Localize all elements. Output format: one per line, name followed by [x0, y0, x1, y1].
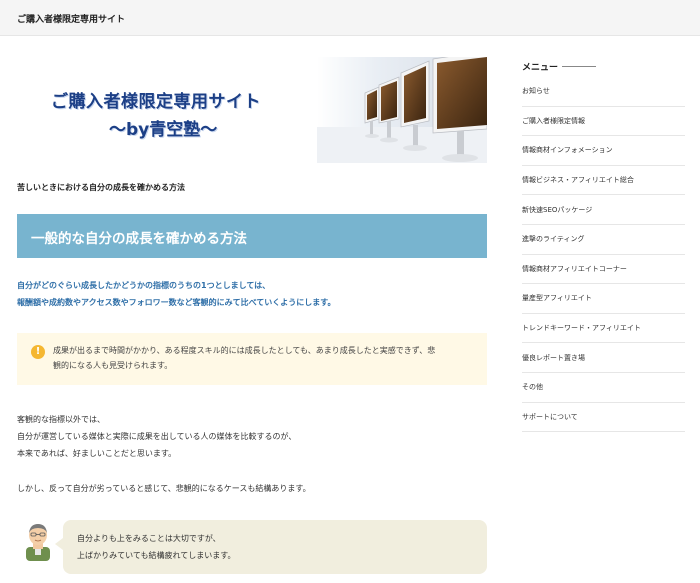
sidebar-item-writing[interactable]: 進撃のライティング [522, 225, 685, 255]
paragraph-line: 本来であれば、好ましいことだと思います。 [17, 449, 177, 458]
body-paragraph: 客観的な指標以外では、 自分が運営している媒体と実際に成果を出している人の媒体を… [17, 411, 487, 462]
alert-box: ! 成果が出るまで時間がかかり、ある程度スキル的には成長したとしても、あまり成長… [17, 333, 487, 385]
sidebar-item-other[interactable]: その他 [522, 373, 685, 403]
sidebar-item-reports[interactable]: 優良レポート置き場 [522, 343, 685, 373]
lead-line: 報酬額や成約数やアクセス数やフォロワー数など客観的にみて比べていくようにします。 [17, 298, 336, 307]
alert-line: 成果が出るまで時間がかかり、ある程度スキル的には成長したとしても、あまり成長した… [53, 346, 436, 355]
section-heading: 一般的な自分の成長を確かめる方法 [17, 214, 487, 258]
main-content: ご購入者様限定専用サイト ～by青空塾～ 苦しいときにおける自分の成長を確かめる… [17, 57, 487, 574]
sidebar-item-info-business[interactable]: 情報ビジネス・アフィリエイト総合 [522, 166, 685, 196]
paragraph-line: 客観的な指標以外では、 [17, 415, 105, 424]
site-header: ご購入者様限定専用サイト [0, 0, 700, 36]
sidebar-item-mass-affiliate[interactable]: 量産型アフィリエイト [522, 284, 685, 314]
exclamation-circle-icon: ! [31, 345, 45, 359]
man-avatar-icon [26, 524, 50, 561]
banner-subtitle: ～by青空塾～ [109, 120, 218, 140]
speech-bubble-tail [55, 538, 63, 550]
sidebar-item-seo-package[interactable]: 新快速SEOパッケージ [522, 195, 685, 225]
paragraph-line: 自分が運営している媒体と実際に成果を出している人の媒体を比較するのが、 [17, 432, 297, 441]
section-heading-text: 一般的な自分の成長を確かめる方法 [31, 231, 247, 247]
site-title[interactable]: ご購入者様限定専用サイト [17, 12, 125, 25]
sidebar: メニュー お知らせ ご購入者様限定情報 情報商材インフォメーション 情報ビジネス… [522, 57, 685, 433]
alert-line: 観的になる人も見受けられます。 [53, 361, 173, 370]
sidebar-title-rule [562, 65, 597, 67]
lead-line: 自分がどのぐらい成長したかどうかの指標のうちの1つとしましては、 [17, 281, 271, 290]
sidebar-title-text: メニュー [522, 62, 559, 73]
speech-line: 自分よりも上をみることは大切ですが、 [77, 534, 221, 543]
alert-text: 成果が出るまで時間がかかり、ある程度スキル的には成長したとしても、あまり成長した… [53, 343, 473, 373]
site-banner: ご購入者様限定専用サイト ～by青空塾～ [17, 57, 487, 163]
speech-bubble: 自分よりも上をみることは大切ですが、 上ばかりみていても結構疲れてしまいます。 [63, 520, 487, 574]
sidebar-item-infoproduct-info[interactable]: 情報商材インフォメーション [522, 136, 685, 166]
computer-monitors-photo [317, 57, 487, 163]
article-subtitle: 苦しいときにおける自分の成長を確かめる方法 [17, 183, 185, 192]
sidebar-item-trend-keyword[interactable]: トレンドキーワード・アフィリエイト [522, 314, 685, 344]
sidebar-title: メニュー [522, 57, 685, 75]
speech-line: 上ばかりみていても結構疲れてしまいます。 [77, 551, 236, 560]
sidebar-item-infoproduct-affiliate[interactable]: 情報商材アフィリエイトコーナー [522, 255, 685, 285]
banner-title: ご購入者様限定専用サイト [51, 92, 261, 112]
sidebar-item-support[interactable]: サポートについて [522, 403, 685, 433]
sidebar-menu: お知らせ ご購入者様限定情報 情報商材インフォメーション 情報ビジネス・アフィリ… [522, 77, 685, 433]
sidebar-item-news[interactable]: お知らせ [522, 77, 685, 107]
speech-text: 自分よりも上をみることは大切ですが、 上ばかりみていても結構疲れてしまいます。 [77, 530, 235, 564]
sidebar-item-buyer-info[interactable]: ご購入者様限定情報 [522, 107, 685, 137]
lead-paragraph: 自分がどのぐらい成長したかどうかの指標のうちの1つとしましては、 報酬額や成約数… [17, 277, 487, 311]
body-paragraph: しかし、反って自分が劣っていると感じて、悲観的になるケースも結構あります。 [17, 484, 311, 493]
